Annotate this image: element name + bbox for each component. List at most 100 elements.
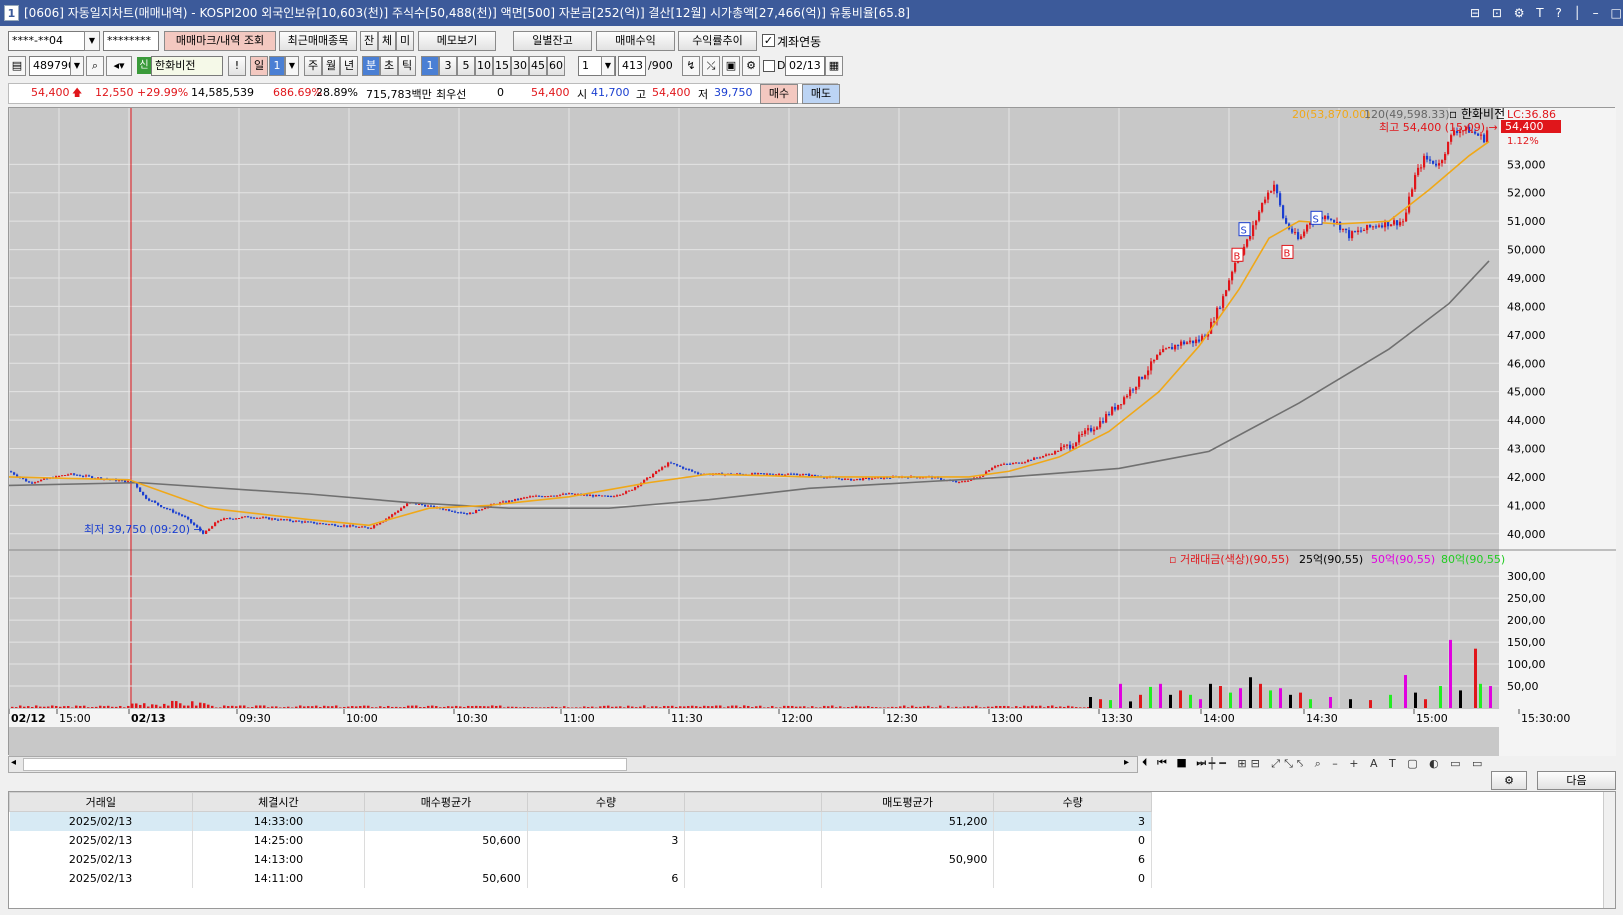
candle	[1378, 225, 1381, 227]
buy-button[interactable]: 매수	[760, 84, 798, 104]
volume-bar	[599, 706, 602, 708]
yearly-button[interactable]: 년	[340, 56, 358, 76]
save-icon[interactable]: ▣	[722, 56, 740, 76]
chevron-down-icon[interactable]: ▼	[84, 31, 100, 51]
alert-button[interactable]: !	[228, 56, 246, 76]
date-input[interactable]: 02/13	[785, 56, 825, 76]
period-button-5[interactable]: 5	[457, 56, 475, 76]
volume-bar	[59, 706, 62, 708]
volume-bar	[47, 706, 50, 708]
period-button-30[interactable]: 30	[511, 56, 529, 76]
candle	[1414, 175, 1417, 190]
table-row[interactable]: 2025/02/13 14:13:00 50,900 6	[9, 849, 1152, 869]
candle	[619, 494, 622, 496]
minute-button[interactable]: 분	[362, 56, 380, 76]
candle	[649, 477, 652, 479]
search-icon[interactable]: ⌕	[86, 56, 104, 76]
period-button-15[interactable]: 15	[493, 56, 511, 76]
candle	[682, 466, 685, 469]
volume-bar	[703, 705, 706, 708]
profit-rate-button[interactable]: 수익률추이	[678, 31, 757, 51]
period-button-45[interactable]: 45	[529, 56, 547, 76]
candle	[1003, 463, 1006, 465]
sell-button[interactable]: 매도	[802, 84, 840, 104]
window-controls[interactable]: ⊟ ⊡ ⚙ T ? │ – □ ✕	[1470, 0, 1623, 26]
candle	[997, 465, 1000, 467]
candle-chart[interactable]: 53,000 52,000 51,000 50,000 49,000 48,000 47,0…	[8, 107, 1616, 756]
candle	[298, 520, 301, 522]
gear-icon[interactable]: ⚙	[742, 56, 760, 76]
indicator-icon[interactable]: ↯	[682, 56, 700, 76]
candle	[661, 467, 664, 470]
table-header[interactable]: 수량	[993, 792, 1152, 812]
trade-mark-query-button[interactable]: 매매마크/내역 조회	[164, 31, 276, 51]
trade-profit-button[interactable]: 매매수익	[596, 31, 675, 51]
table-header[interactable]: 매수평균가	[364, 792, 528, 812]
table-header[interactable]: 거래일	[9, 792, 193, 812]
table-header[interactable]	[684, 792, 822, 812]
period-button-3[interactable]: 3	[439, 56, 457, 76]
period-button-1[interactable]: 1	[421, 56, 439, 76]
table-header[interactable]: 수량	[526, 792, 686, 812]
candle	[601, 495, 604, 497]
scroll-left-icon[interactable]: ◂	[11, 757, 16, 768]
executed-button[interactable]: 체	[378, 31, 396, 51]
volume-bar	[207, 704, 210, 708]
unexecuted-button[interactable]: 미	[396, 31, 414, 51]
daily-balance-button[interactable]: 일별잔고	[513, 31, 592, 51]
settings-button[interactable]: ⚙	[1491, 771, 1527, 790]
chevron-down-icon[interactable]: ▼	[601, 56, 615, 76]
candle	[418, 503, 421, 505]
candle	[1402, 221, 1405, 223]
candle	[79, 475, 82, 477]
turnover-rate: 28.89%	[316, 86, 358, 99]
table-row[interactable]: 2025/02/13 14:33:00 51,200 3	[9, 811, 1152, 831]
period-button-60[interactable]: 60	[547, 56, 565, 76]
daily-button[interactable]: 일	[250, 56, 268, 76]
table-scrollbar[interactable]	[1603, 792, 1615, 908]
x-tick-label: 02/13	[131, 712, 166, 725]
candle	[1138, 376, 1141, 387]
tick-button[interactable]: 틱	[398, 56, 416, 76]
period-button-10[interactable]: 10	[475, 56, 493, 76]
stock-name-field[interactable]: 한화비전	[151, 56, 223, 76]
table-cell	[684, 830, 822, 850]
calendar-icon[interactable]: ▦	[825, 56, 843, 76]
speaker-icon[interactable]: ◂▾	[106, 56, 132, 76]
next-button[interactable]: 다음	[1537, 771, 1616, 790]
volume-bar	[263, 705, 266, 708]
password-field[interactable]: ********	[103, 31, 159, 51]
scroll-right-icon[interactable]: ▸	[1124, 757, 1129, 768]
account-link-checkbox[interactable]: ✓	[762, 34, 775, 47]
chevron-down-icon[interactable]: ▼	[285, 56, 299, 76]
scroll-thumb[interactable]	[23, 758, 627, 771]
candle	[256, 517, 259, 519]
memo-button[interactable]: 메모보기	[418, 31, 496, 51]
day-count-field[interactable]: 1	[269, 56, 285, 76]
second-button[interactable]: 초	[380, 56, 398, 76]
chevron-down-icon[interactable]: ▼	[70, 56, 84, 76]
candle	[598, 494, 601, 496]
volume-bar	[1027, 706, 1030, 708]
balance-button[interactable]: 잔	[360, 31, 378, 51]
volume-bar	[835, 707, 838, 708]
layout-icon[interactable]: ▤	[8, 56, 26, 76]
data-count-input[interactable]: 413	[618, 56, 646, 76]
chart-scrollbar[interactable]: ◂ ▸	[8, 756, 1138, 773]
monthly-button[interactable]: 월	[322, 56, 340, 76]
candle	[73, 473, 76, 475]
table-row[interactable]: 2025/02/13 14:25:00 50,600 3 0	[9, 830, 1152, 850]
recent-trades-button[interactable]: 최근매매종목	[279, 31, 357, 51]
table-header[interactable]: 체결시간	[191, 792, 366, 812]
volume-bar	[115, 706, 118, 708]
volume-bar	[1063, 706, 1066, 708]
last-price-label: 54,400	[1505, 120, 1544, 133]
weekly-button[interactable]: 주	[304, 56, 322, 76]
candle	[1354, 231, 1357, 233]
candle	[1420, 167, 1423, 169]
candle	[1261, 202, 1264, 212]
table-header[interactable]: 매도평균가	[820, 792, 995, 812]
draw-icon[interactable]: ⤯	[702, 56, 720, 76]
date-checkbox[interactable]	[763, 60, 775, 72]
table-row[interactable]: 2025/02/13 14:11:00 50,600 6 0	[9, 868, 1152, 888]
